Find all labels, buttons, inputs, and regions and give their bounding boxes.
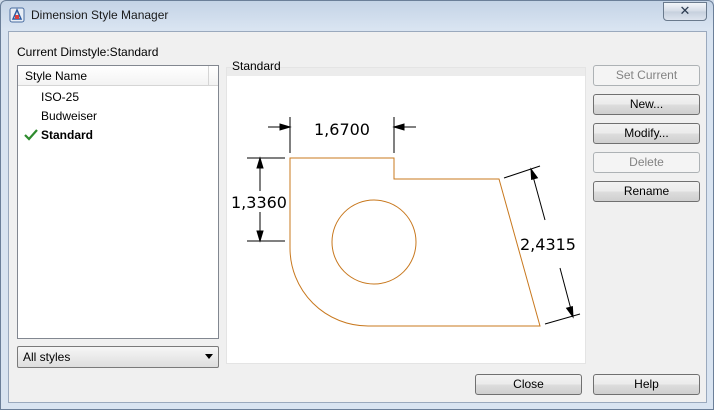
dimension-preview-drawing: 1,6700 1,3360 2,4315	[231, 117, 581, 327]
dimension-style-manager-window: Dimension Style Manager ✕ Current Dimsty…	[0, 0, 714, 410]
list-item-label: Budweiser	[41, 109, 98, 123]
close-icon: ✕	[679, 3, 691, 18]
delete-button[interactable]: Delete	[593, 152, 700, 173]
vertical-dimension-text: 1,3360	[231, 193, 287, 212]
chevron-down-icon	[205, 354, 213, 359]
preview-title: Standard	[232, 59, 281, 73]
modify-button[interactable]: Modify...	[593, 123, 700, 144]
title-bar[interactable]: Dimension Style Manager ✕	[1, 1, 713, 29]
window-title: Dimension Style Manager	[31, 8, 169, 22]
column-header-style-name: Style Name	[25, 69, 88, 83]
styles-listbox[interactable]: Style Name ISO-25 Budweiser Standard	[17, 65, 219, 339]
preview-outline	[289, 157, 541, 327]
style-filter-dropdown[interactable]: All styles	[17, 346, 219, 368]
close-button[interactable]: Close	[475, 374, 582, 395]
list-item-budweiser[interactable]: Budweiser	[18, 107, 218, 126]
window-close-button[interactable]: ✕	[663, 2, 707, 21]
list-item-label: ISO-25	[41, 90, 80, 104]
help-button[interactable]: Help	[593, 374, 700, 395]
list-item-iso-25[interactable]: ISO-25	[18, 88, 218, 107]
column-separator[interactable]	[208, 66, 209, 86]
dropdown-value: All styles	[23, 350, 71, 364]
list-item-standard[interactable]: Standard	[18, 126, 218, 145]
list-header[interactable]: Style Name	[18, 66, 218, 86]
list-item-label: Standard	[41, 128, 94, 142]
current-dimstyle-label: Current Dimstyle:Standard	[17, 45, 159, 59]
new-button[interactable]: New...	[593, 94, 700, 115]
dialog-body: Current Dimstyle:Standard Style Name ISO…	[8, 31, 707, 403]
preview-circle	[331, 199, 417, 285]
rename-button[interactable]: Rename	[593, 181, 700, 202]
preview-panel: 1,6700 1,3360 2,4315	[226, 67, 586, 364]
checkmark-icon	[24, 129, 38, 141]
app-icon	[9, 7, 25, 23]
aligned-dimension-text: 2,4315	[520, 235, 576, 254]
set-current-button[interactable]: Set Current	[593, 65, 700, 86]
horizontal-dimension-text: 1,6700	[314, 120, 370, 139]
